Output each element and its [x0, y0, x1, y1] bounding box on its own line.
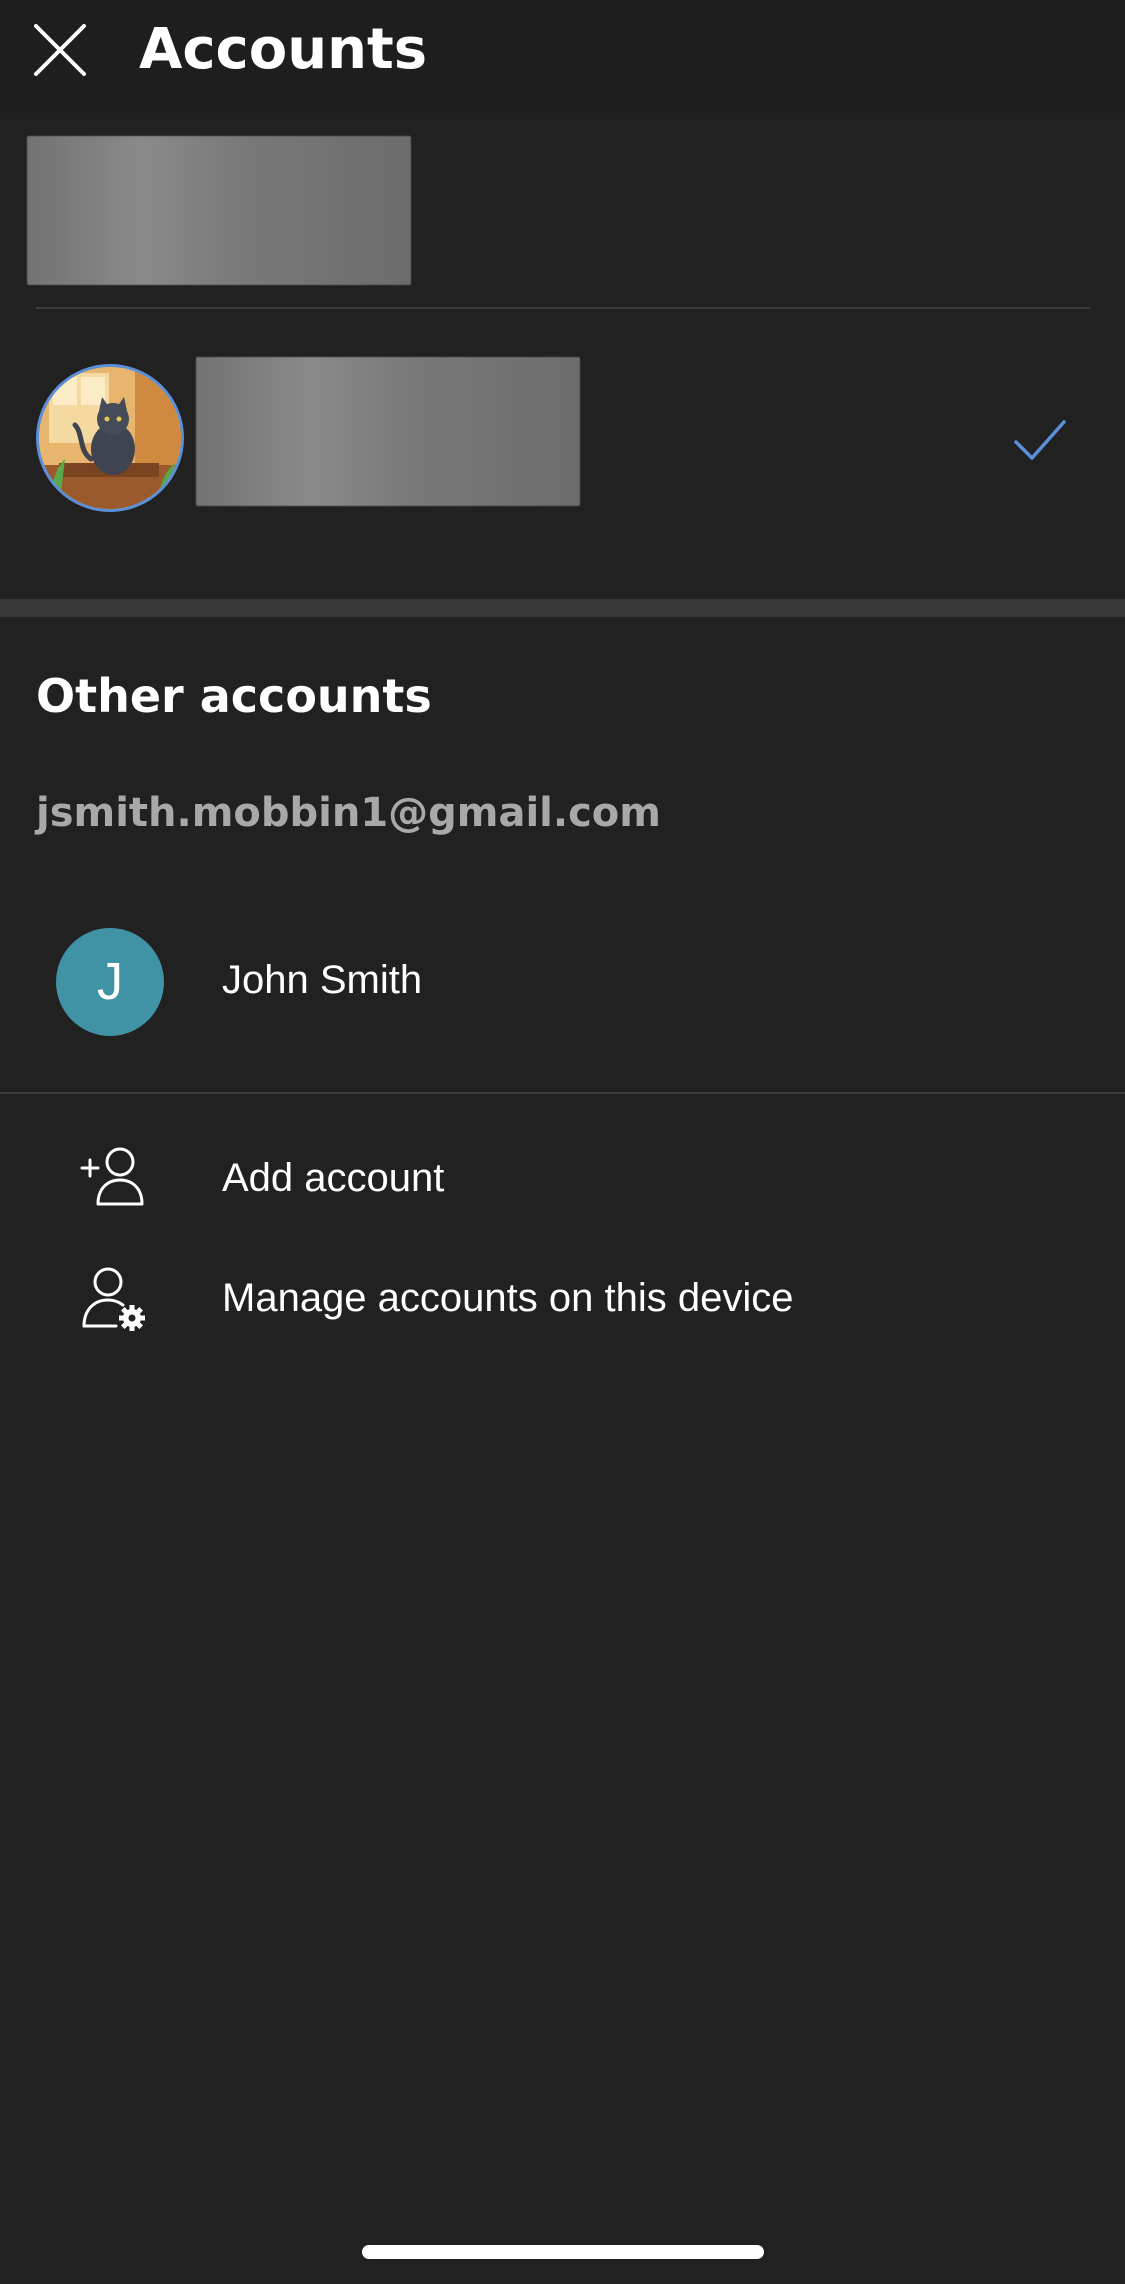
- account-row-john-smith[interactable]: J John Smith: [0, 918, 1125, 1046]
- add-person-icon: [80, 1147, 144, 1206]
- account-name: John Smith: [222, 958, 423, 1002]
- blurred-account-banner: [27, 136, 411, 285]
- avatar: [36, 364, 184, 512]
- account-email: jsmith.mobbin1@gmail.com: [36, 790, 661, 836]
- page-title: Accounts: [139, 17, 428, 82]
- add-account-button[interactable]: Add account: [0, 1128, 1125, 1228]
- divider: [0, 1092, 1125, 1094]
- manage-accounts-button[interactable]: Manage accounts on this device: [0, 1248, 1125, 1348]
- person-gear-icon: [82, 1267, 145, 1331]
- close-icon: [34, 24, 86, 76]
- section-separator: [0, 599, 1125, 617]
- close-button[interactable]: [28, 18, 92, 82]
- section-title-other-accounts: Other accounts: [36, 669, 432, 723]
- home-indicator[interactable]: [362, 2245, 764, 2259]
- checkmark-icon: [1014, 420, 1066, 460]
- add-account-label: Add account: [222, 1156, 445, 1200]
- avatar-initial: J: [56, 928, 164, 1036]
- cat-avatar-image: [39, 367, 181, 509]
- divider: [36, 307, 1090, 309]
- header-bar: Accounts: [0, 0, 1125, 113]
- manage-accounts-label: Manage accounts on this device: [222, 1276, 794, 1320]
- blurred-account-details: [196, 357, 580, 506]
